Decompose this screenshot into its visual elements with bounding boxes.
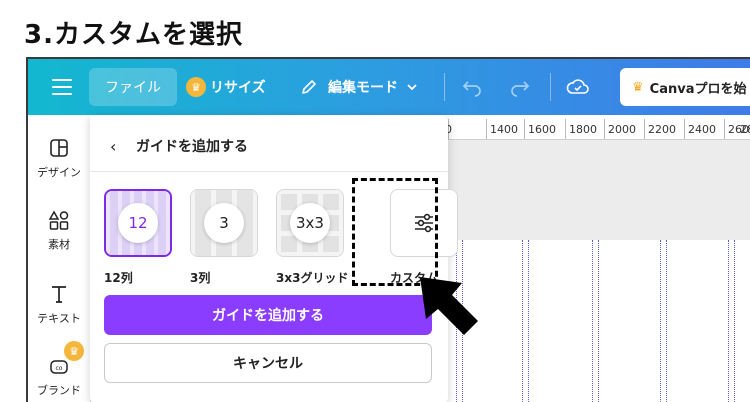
sidebar-item-label: ブランド	[37, 384, 81, 397]
cloud-saved-icon[interactable]	[566, 76, 590, 98]
sidebar-item-brand[interactable]: ♛ co ブランド	[28, 341, 90, 398]
shapes-icon	[48, 210, 69, 230]
column-guide	[734, 240, 735, 402]
sidebar-item-design[interactable]: デザイン	[28, 137, 90, 180]
toolbar-divider	[550, 73, 551, 101]
option-12-columns[interactable]: 12	[104, 189, 172, 257]
option-value: 12	[118, 203, 158, 243]
canva-pro-button[interactable]: ♛ Canvaプロを始	[620, 68, 750, 106]
page-heading: 3.カスタムを選択	[24, 20, 243, 50]
ruler-tick-label: 1600	[528, 123, 556, 136]
sidebar-item-elements[interactable]: 素材	[28, 209, 90, 252]
text-icon	[52, 286, 66, 303]
ruler-tick-label: 2400	[688, 123, 716, 136]
undo-icon[interactable]	[462, 77, 484, 97]
crown-icon: ♛	[186, 77, 206, 97]
pro-button-label: Canvaプロを始	[649, 81, 747, 97]
file-menu-button[interactable]: ファイル	[89, 68, 177, 106]
option-3-columns[interactable]: 3	[190, 189, 258, 257]
panel-title: ガイドを追加する	[136, 139, 248, 155]
sidebar-item-label: 素材	[48, 238, 70, 251]
option-3x3-grid[interactable]: 3x3	[276, 189, 344, 257]
pencil-icon	[302, 80, 316, 94]
add-guide-button[interactable]: ガイドを追加する	[104, 295, 432, 335]
edit-mode-button[interactable]: 編集モード	[300, 77, 418, 97]
design-page[interactable]	[438, 240, 750, 402]
custom-highlight-box	[352, 178, 438, 286]
column-guide	[528, 240, 529, 402]
layout-icon	[50, 139, 68, 157]
back-chevron-icon[interactable]: ‹	[110, 137, 116, 156]
column-guide	[728, 240, 729, 402]
crown-icon: ♛	[632, 79, 644, 95]
column-guide	[660, 240, 661, 402]
resize-label: リサイズ	[210, 80, 266, 96]
ruler-tick-label: 2200	[648, 123, 676, 136]
option-label: 3列	[190, 271, 211, 285]
resize-button[interactable]: ♛ リサイズ	[186, 77, 266, 97]
option-label: 3x3グリッド	[276, 271, 349, 285]
crown-icon: ♛	[64, 341, 84, 361]
edit-mode-label: 編集モード	[328, 80, 398, 96]
cancel-button[interactable]: キャンセル	[104, 343, 432, 383]
ruler-tick-label: 2000	[608, 123, 636, 136]
hamburger-menu-icon[interactable]	[52, 79, 72, 95]
svg-text:co: co	[56, 365, 63, 372]
column-guide	[592, 240, 593, 402]
sidebar-item-label: デザイン	[37, 166, 81, 179]
column-guide	[598, 240, 599, 402]
top-toolbar: ファイル ♛ リサイズ 編集モード ♛ Canvaプロを始	[28, 59, 750, 115]
panel-header: ‹ ガイドを追加する	[90, 115, 448, 172]
ruler-tick-label: 1800	[569, 123, 597, 136]
ruler-tick-label: 28	[740, 123, 750, 136]
chevron-down-icon	[407, 84, 417, 91]
column-guide	[666, 240, 667, 402]
horizontal-ruler: 00 1400 1600 1800 2000 2200 2400 2600 28	[438, 119, 750, 140]
redo-icon[interactable]	[508, 77, 530, 97]
ruler-tick-label: 1400	[490, 123, 518, 136]
option-value: 3x3	[290, 203, 330, 243]
sidebar-item-label: テキスト	[37, 312, 81, 325]
pointer-arrow-icon	[420, 277, 478, 335]
toolbar-divider	[444, 73, 445, 101]
left-sidebar: デザイン 素材 テキスト ♛ co ブランド	[28, 115, 91, 402]
option-label: 12列	[104, 271, 133, 285]
column-guide	[522, 240, 523, 402]
option-value: 3	[204, 203, 244, 243]
sidebar-item-text[interactable]: テキスト	[28, 283, 90, 326]
